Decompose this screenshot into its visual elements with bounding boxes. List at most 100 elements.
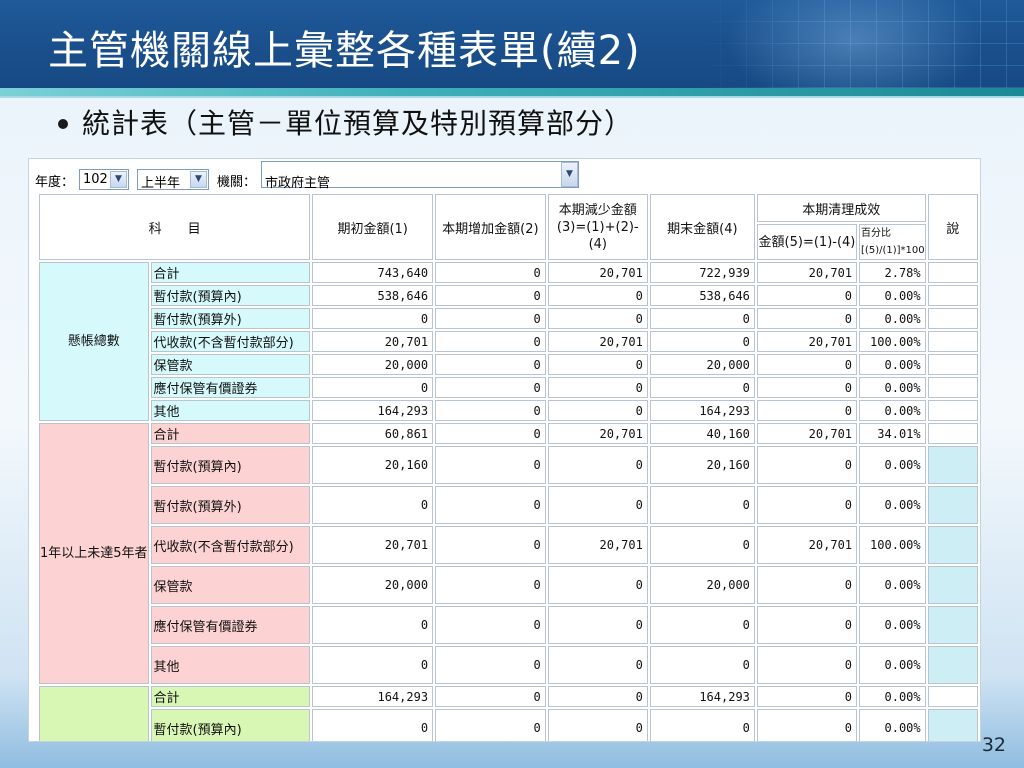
note-input[interactable] xyxy=(927,646,978,684)
note-input xyxy=(927,262,978,283)
cell-begin-amount: 0 xyxy=(312,646,434,684)
chevron-down-icon[interactable]: ▼ xyxy=(561,162,578,187)
note-input xyxy=(927,285,978,306)
cell-begin-amount: 0 xyxy=(312,308,434,329)
table-row: 應付保管有價證券 0 0 0 0 0 0.00% xyxy=(39,606,978,644)
cell-begin-amount: 20,701 xyxy=(312,331,434,352)
cell-clear-percent: 0.00% xyxy=(859,354,926,375)
cell-clear-amount: 20,701 xyxy=(756,331,858,352)
cell-decrease-amount: 0 xyxy=(547,308,648,329)
cell-begin-amount: 0 xyxy=(312,486,434,524)
cell-increase-amount: 0 xyxy=(435,308,546,329)
row-label: 暫付款(預算內) xyxy=(150,285,311,306)
table-row: 保管款 20,000 0 0 20,000 0 0.00% xyxy=(39,354,978,375)
cell-increase-amount: 0 xyxy=(435,486,546,524)
cell-clear-percent: 0.00% xyxy=(859,377,926,398)
header-clear-amount: 金額(5)=(1)-(4) xyxy=(756,224,858,260)
cell-decrease-amount: 0 xyxy=(547,566,648,604)
cell-begin-amount: 538,646 xyxy=(312,285,434,306)
row-label: 應付保管有價證券 xyxy=(150,377,311,398)
bullet-line: 統計表（主管－單位預算及特別預算部分） xyxy=(58,102,633,142)
cell-end-amount: 0 xyxy=(649,377,755,398)
cell-clear-percent: 0.00% xyxy=(859,285,926,306)
row-label: 暫付款(預算內) xyxy=(150,446,311,484)
cell-clear-percent: 0.00% xyxy=(859,308,926,329)
cell-clear-percent: 0.00% xyxy=(859,646,926,684)
cell-clear-amount: 0 xyxy=(756,709,858,741)
cell-end-amount: 40,160 xyxy=(649,423,755,444)
table-row: 1年以上未達5年者 合計 60,861 0 20,701 40,160 20,701 34.0… xyxy=(39,423,978,684)
cell-end-amount: 164,293 xyxy=(649,400,755,421)
row-label: 代收款(不含暫付款部分) xyxy=(150,331,311,352)
cell-increase-amount: 0 xyxy=(435,566,546,604)
header-clear-group: 本期清理成效 xyxy=(756,194,926,222)
agency-select[interactable]: 市政府主管 ▼ xyxy=(261,161,579,191)
cell-decrease-amount: 0 xyxy=(547,709,648,741)
year-select[interactable]: 102 ▼ xyxy=(79,169,129,190)
stats-table-body: 懸帳總數 合計 743,640 0 20,701 722,939 20,701 2.78% 暫付… xyxy=(39,262,978,741)
cell-decrease-amount: 0 xyxy=(547,377,648,398)
note-input xyxy=(927,377,978,398)
cell-end-amount: 0 xyxy=(649,486,755,524)
cell-begin-amount: 0 xyxy=(312,606,434,644)
half-year-select[interactable]: 上半年 ▼ xyxy=(137,169,209,191)
cell-clear-percent: 0.00% xyxy=(859,400,926,421)
cell-begin-amount: 20,000 xyxy=(312,354,434,375)
row-label: 合計 xyxy=(150,423,311,444)
bullet-text: 統計表（主管－單位預算及特別預算部分） xyxy=(82,107,634,140)
cell-clear-percent: 0.00% xyxy=(859,709,926,741)
slide-title: 主管機關線上彙整各種表單(續2) xyxy=(48,28,641,74)
note-input xyxy=(927,423,978,444)
chevron-down-icon[interactable]: ▼ xyxy=(110,171,127,188)
cell-decrease-amount: 0 xyxy=(547,400,648,421)
cell-clear-amount: 0 xyxy=(756,486,858,524)
cell-clear-amount: 20,701 xyxy=(756,423,858,444)
cell-begin-amount: 60,861 xyxy=(312,423,434,444)
table-row: 合計 164,293 0 0 164,293 0 0.00% xyxy=(39,686,978,741)
cell-decrease-amount: 0 xyxy=(547,285,648,306)
row-label: 合計 xyxy=(150,686,311,707)
chevron-down-icon[interactable]: ▼ xyxy=(190,171,207,188)
cell-clear-amount: 0 xyxy=(756,686,858,707)
cell-decrease-amount: 0 xyxy=(547,486,648,524)
cell-end-amount: 0 xyxy=(649,526,755,564)
note-input xyxy=(927,400,978,421)
note-input[interactable] xyxy=(927,566,978,604)
row-label: 代收款(不含暫付款部分) xyxy=(150,526,311,564)
cell-end-amount: 20,000 xyxy=(649,566,755,604)
cell-decrease-amount: 20,701 xyxy=(547,526,648,564)
note-input[interactable] xyxy=(927,709,978,741)
group-label xyxy=(39,686,149,741)
note-input[interactable] xyxy=(927,526,978,564)
note-input xyxy=(927,686,978,707)
note-input[interactable] xyxy=(927,486,978,524)
slide-header: 主管機關線上彙整各種表單(續2) xyxy=(0,0,1024,88)
cell-end-amount: 0 xyxy=(649,331,755,352)
cell-clear-percent: 34.01% xyxy=(859,423,926,444)
cell-decrease-amount: 0 xyxy=(547,646,648,684)
cell-end-amount: 538,646 xyxy=(649,285,755,306)
cell-end-amount: 0 xyxy=(649,606,755,644)
cell-clear-percent: 0.00% xyxy=(859,486,926,524)
row-label: 暫付款(預算內) xyxy=(150,709,311,741)
cell-begin-amount: 164,293 xyxy=(312,686,434,707)
cell-end-amount: 0 xyxy=(649,308,755,329)
note-input[interactable] xyxy=(927,446,978,484)
cell-end-amount: 164,293 xyxy=(649,686,755,707)
cell-clear-amount: 20,701 xyxy=(756,262,858,283)
year-label: 年度： xyxy=(35,175,75,190)
report-screenshot: 年度： 102 ▼ 上半年 ▼ 機關： 市政府主管 ▼ 科 目 期初金額(1) … xyxy=(28,158,981,742)
bullet-dot-icon xyxy=(58,118,68,129)
note-input xyxy=(927,331,978,352)
cell-end-amount: 722,939 xyxy=(649,262,755,283)
group-label: 1年以上未達5年者 xyxy=(39,423,149,684)
cell-increase-amount: 0 xyxy=(435,377,546,398)
table-row: 應付保管有價證券 0 0 0 0 0 0.00% xyxy=(39,377,978,398)
cell-begin-amount: 743,640 xyxy=(312,262,434,283)
note-input[interactable] xyxy=(927,606,978,644)
cell-begin-amount: 0 xyxy=(312,709,434,741)
table-row: 暫付款(預算內) 20,160 0 0 20,160 0 0.00% xyxy=(39,446,978,484)
row-label: 暫付款(預算外) xyxy=(150,486,311,524)
header-end-amount: 期末金額(4) xyxy=(649,194,755,260)
cell-increase-amount: 0 xyxy=(435,262,546,283)
